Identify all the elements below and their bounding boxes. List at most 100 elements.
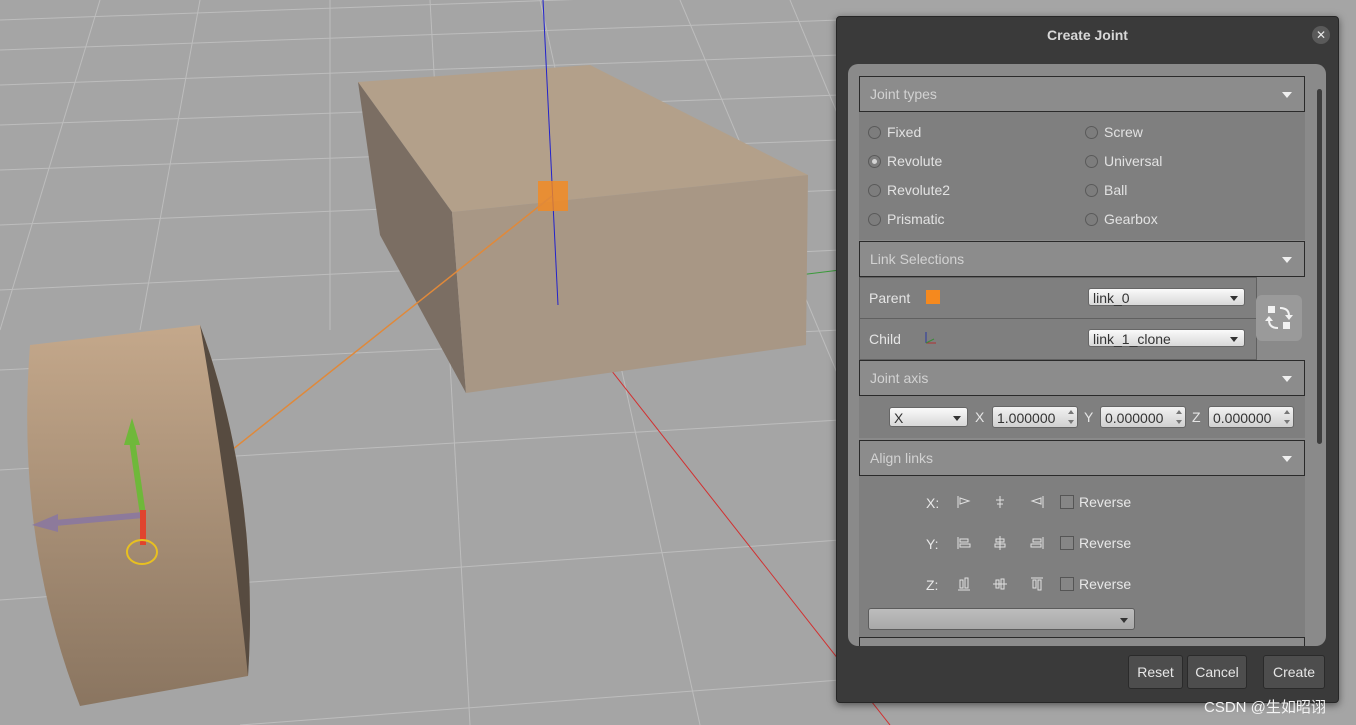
- radio-label: Screw: [1104, 124, 1143, 140]
- radio-button[interactable]: [868, 213, 881, 226]
- chevron-down-icon: [1282, 456, 1292, 462]
- cancel-button[interactable]: Cancel: [1187, 655, 1247, 689]
- create-button-label: Create: [1272, 664, 1316, 680]
- reverse-label: Reverse: [1079, 576, 1132, 592]
- child-link-value: link_1_clone: [1093, 331, 1171, 347]
- align-links-header[interactable]: Align links: [859, 440, 1305, 476]
- align-min-icon[interactable]: [956, 494, 972, 510]
- joint-types-label: Joint types: [870, 86, 937, 102]
- radio-universal[interactable]: Universal: [1085, 153, 1162, 169]
- chevron-down-icon: [1230, 296, 1238, 301]
- parent-color-swatch: [926, 290, 940, 304]
- axis-z-label: Z: [1192, 409, 1201, 425]
- align-max-icon[interactable]: [1029, 535, 1045, 551]
- joint-types-header[interactable]: Joint types: [859, 76, 1305, 112]
- spin-up-icon[interactable]: [1176, 410, 1182, 414]
- radio-label: Revolute: [887, 153, 943, 169]
- align-min-icon[interactable]: [956, 535, 972, 551]
- parent-link-select[interactable]: link_0: [1088, 288, 1245, 306]
- dialog-content: Joint types Fixed Revolute Revolute2 Pri…: [848, 64, 1326, 646]
- reverse-y-checkbox[interactable]: [1060, 536, 1074, 550]
- parent-marker: [538, 181, 568, 211]
- radio-label: Universal: [1104, 153, 1163, 169]
- axis-z-input[interactable]: 0.000000: [1208, 406, 1294, 428]
- swap-icon: [1265, 306, 1293, 329]
- radio-prismatic[interactable]: Prismatic: [868, 211, 945, 227]
- axis-x-input[interactable]: 1.000000: [992, 406, 1078, 428]
- radio-ball[interactable]: Ball: [1085, 182, 1127, 198]
- link-selections-label: Link Selections: [870, 251, 965, 267]
- chevron-down-icon: [1120, 618, 1128, 623]
- align-frame-select[interactable]: [868, 608, 1135, 630]
- radio-button[interactable]: [1085, 126, 1098, 139]
- cancel-button-label: Cancel: [1195, 664, 1239, 680]
- spin-up-icon[interactable]: [1284, 410, 1290, 414]
- align-center-icon[interactable]: [992, 576, 1008, 592]
- align-axis-label: X:: [926, 495, 940, 511]
- align-row-y: Y: Reverse: [859, 529, 1305, 559]
- radio-button-checked[interactable]: [868, 155, 881, 168]
- next-section-header[interactable]: [859, 637, 1305, 646]
- link-selections-header[interactable]: Link Selections: [859, 241, 1305, 277]
- radio-button[interactable]: [868, 126, 881, 139]
- radio-fixed[interactable]: Fixed: [868, 124, 921, 140]
- align-max-icon[interactable]: [1029, 576, 1045, 592]
- reset-button-label: Reset: [1137, 664, 1174, 680]
- radio-label: Gearbox: [1104, 211, 1158, 227]
- align-center-icon[interactable]: [992, 494, 1008, 510]
- radio-button[interactable]: [1085, 184, 1098, 197]
- watermark-text: CSDN @生如昭诩: [1204, 699, 1326, 716]
- chevron-down-icon: [1282, 376, 1292, 382]
- spin-down-icon[interactable]: [1176, 420, 1182, 424]
- spin-down-icon[interactable]: [1284, 420, 1290, 424]
- axis-preset-value: X: [894, 410, 904, 426]
- axis-y-value: 0.000000: [1105, 410, 1164, 426]
- axis-preset-select[interactable]: X: [889, 407, 968, 427]
- radio-screw[interactable]: Screw: [1085, 124, 1143, 140]
- align-axis-label: Z:: [926, 577, 939, 593]
- radio-button[interactable]: [1085, 213, 1098, 226]
- child-row: Child link_1_clone: [859, 318, 1257, 360]
- parent-link-value: link_0: [1093, 290, 1130, 306]
- dialog-titlebar[interactable]: Create Joint ✕: [837, 17, 1338, 53]
- radio-button[interactable]: [1085, 155, 1098, 168]
- create-button[interactable]: Create: [1263, 655, 1325, 689]
- radio-gearbox[interactable]: Gearbox: [1085, 211, 1158, 227]
- align-axis-label: Y:: [926, 536, 939, 552]
- dialog-title: Create Joint: [1047, 27, 1128, 43]
- align-links-body: X: Reverse Y: Reverse Z: Reverse: [859, 476, 1305, 646]
- child-link-select[interactable]: link_1_clone: [1088, 329, 1245, 347]
- scrollbar[interactable]: [1317, 89, 1322, 444]
- align-min-icon[interactable]: [956, 576, 972, 592]
- axis-x-value: 1.000000: [997, 410, 1056, 426]
- radio-button[interactable]: [868, 184, 881, 197]
- child-axes-icon: [925, 332, 936, 344]
- radio-label: Ball: [1104, 182, 1128, 198]
- chevron-down-icon: [1230, 337, 1238, 342]
- swap-links-button[interactable]: [1256, 295, 1302, 341]
- reset-button[interactable]: Reset: [1128, 655, 1183, 689]
- align-links-label: Align links: [870, 450, 934, 466]
- joint-axis-body: X X 1.000000 Y 0.000000 Z 0.000000: [859, 396, 1305, 438]
- spin-down-icon[interactable]: [1068, 420, 1074, 424]
- axis-x-label: X: [975, 409, 985, 425]
- align-max-icon[interactable]: [1029, 494, 1045, 510]
- align-row-x: X: Reverse: [859, 488, 1305, 518]
- parent-row: Parent link_0: [859, 277, 1257, 319]
- reverse-z-checkbox[interactable]: [1060, 577, 1074, 591]
- axis-y-input[interactable]: 0.000000: [1100, 406, 1186, 428]
- reverse-x-checkbox[interactable]: [1060, 495, 1074, 509]
- joint-types-body: Fixed Revolute Revolute2 Prismatic Screw…: [859, 112, 1305, 240]
- create-joint-dialog: Create Joint ✕ Joint types Fixed Revolut…: [836, 16, 1339, 703]
- close-icon[interactable]: ✕: [1312, 26, 1330, 44]
- chevron-down-icon: [1282, 92, 1292, 98]
- radio-revolute[interactable]: Revolute: [868, 153, 942, 169]
- chevron-down-icon: [953, 416, 961, 421]
- spin-up-icon[interactable]: [1068, 410, 1074, 414]
- align-center-icon[interactable]: [992, 535, 1008, 551]
- reverse-label: Reverse: [1079, 535, 1132, 551]
- radio-revolute2[interactable]: Revolute2: [868, 182, 950, 198]
- align-row-z: Z: Reverse: [859, 570, 1305, 600]
- joint-axis-header[interactable]: Joint axis: [859, 360, 1305, 396]
- axis-z-value: 0.000000: [1213, 410, 1272, 426]
